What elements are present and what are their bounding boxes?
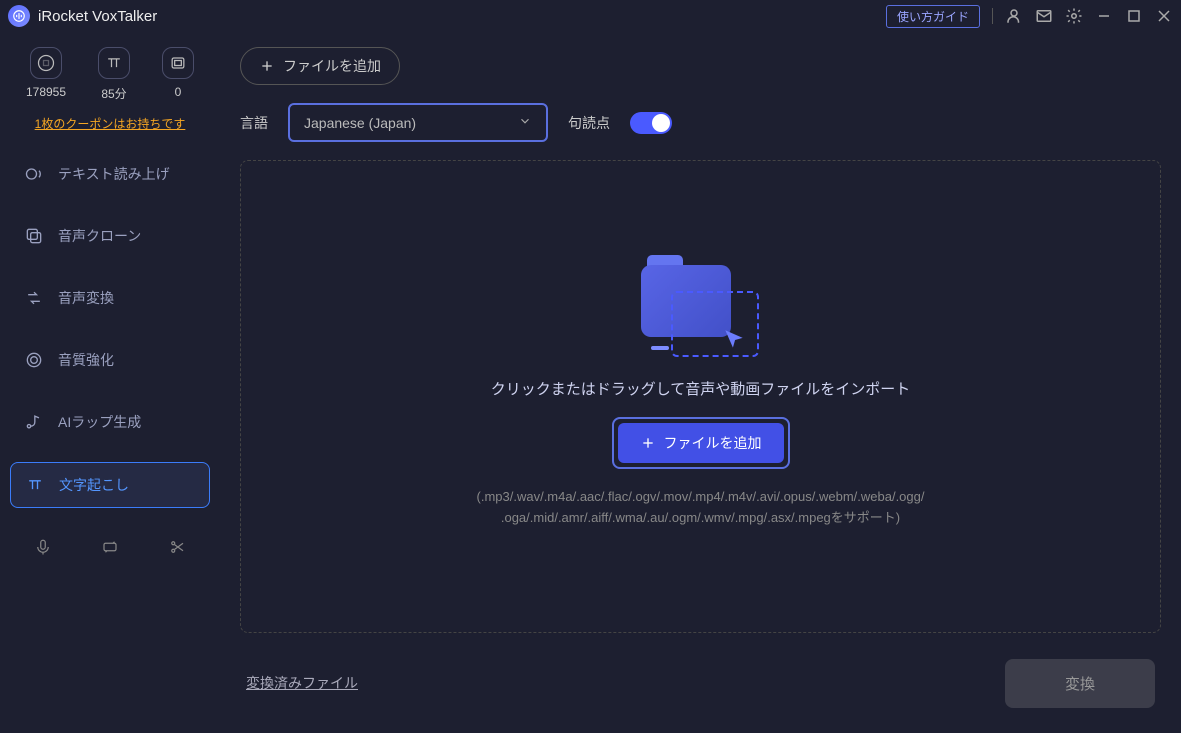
- nav-rap[interactable]: AIラップ生成: [10, 400, 210, 444]
- divider: [992, 8, 993, 24]
- language-label: 言語: [240, 113, 268, 133]
- language-select[interactable]: Japanese (Japan): [288, 103, 548, 142]
- add-file-button[interactable]: ファイルを追加: [240, 47, 400, 85]
- nav-label: AIラップ生成: [58, 412, 141, 432]
- titlebar-left: iRocket VoxTalker: [8, 5, 157, 27]
- mic-icon[interactable]: [34, 538, 52, 561]
- main-content: ファイルを追加 言語 Japanese (Japan) 句読点: [220, 32, 1181, 733]
- close-icon[interactable]: [1155, 7, 1173, 25]
- enhance-icon: [24, 350, 44, 370]
- converted-files-link[interactable]: 変換済みファイル: [246, 673, 358, 693]
- nav-clone[interactable]: 音声クローン: [10, 214, 210, 258]
- punctuation-label: 句読点: [568, 113, 610, 133]
- app-logo-icon: [8, 5, 30, 27]
- nav-transcribe[interactable]: 文字起こし: [10, 462, 210, 508]
- dropzone-title: クリックまたはドラッグして音声や動画ファイルをインポート: [491, 378, 911, 399]
- clone-icon: [24, 226, 44, 246]
- nav-convert[interactable]: 音声変換: [10, 276, 210, 320]
- stat-chars: 178955: [26, 47, 66, 102]
- stat-value: 0: [162, 85, 194, 99]
- stat-items: 0: [162, 47, 194, 102]
- chars-icon: [30, 47, 62, 79]
- rap-icon: [24, 412, 44, 432]
- user-icon[interactable]: [1005, 7, 1023, 25]
- sidebar: 178955 85分 0 1枚のクーポンはお持ちです テキスト読: [0, 32, 220, 733]
- nav-label: 音声クローン: [58, 226, 141, 246]
- dropzone-add-button[interactable]: ファイルを追加: [618, 423, 784, 463]
- minimize-icon[interactable]: [1095, 7, 1113, 25]
- nav-label: 音声変換: [58, 288, 114, 308]
- coupon-link[interactable]: 1枚のクーポンはお持ちです: [10, 115, 210, 132]
- dropzone-button-highlight: ファイルを追加: [612, 417, 790, 469]
- app-title: iRocket VoxTalker: [38, 8, 157, 25]
- titlebar-right: 使い方ガイド: [886, 5, 1173, 28]
- nav-label: 文字起こし: [59, 475, 129, 495]
- stat-value: 85分: [98, 85, 130, 102]
- tts-icon: [24, 164, 44, 184]
- scissors-icon[interactable]: [168, 538, 186, 561]
- nav-tts[interactable]: テキスト読み上げ: [10, 152, 210, 196]
- toolbar: ファイルを追加: [240, 47, 1161, 85]
- chevron-down-icon: [518, 114, 532, 131]
- guide-button[interactable]: 使い方ガイド: [886, 5, 980, 28]
- folder-icon: [641, 265, 761, 360]
- convert-button[interactable]: 変換: [1005, 659, 1155, 708]
- nav-enhance[interactable]: 音質強化: [10, 338, 210, 382]
- nav-label: 音質強化: [58, 350, 114, 370]
- supported-formats: (.mp3/.wav/.m4a/.aac/.flac/.ogv/.mov/.mp…: [477, 487, 925, 529]
- dropzone-button-label: ファイルを追加: [664, 433, 762, 453]
- punctuation-toggle[interactable]: [630, 112, 672, 134]
- stat-value: 178955: [26, 85, 66, 99]
- loop-icon[interactable]: [101, 538, 119, 561]
- mail-icon[interactable]: [1035, 7, 1053, 25]
- add-file-label: ファイルを追加: [283, 56, 381, 76]
- nav-label: テキスト読み上げ: [58, 164, 170, 184]
- stat-minutes: 85分: [98, 47, 130, 102]
- maximize-icon[interactable]: [1125, 7, 1143, 25]
- gear-icon[interactable]: [1065, 7, 1083, 25]
- titlebar: iRocket VoxTalker 使い方ガイド: [0, 0, 1181, 32]
- transcribe-icon: [25, 475, 45, 495]
- dropzone[interactable]: クリックまたはドラッグして音声や動画ファイルをインポート ファイルを追加 (.m…: [240, 160, 1161, 633]
- footer: 変換済みファイル 変換: [240, 648, 1161, 718]
- language-value: Japanese (Japan): [304, 115, 416, 131]
- items-icon: [162, 47, 194, 79]
- minutes-icon: [98, 47, 130, 79]
- convert-icon: [24, 288, 44, 308]
